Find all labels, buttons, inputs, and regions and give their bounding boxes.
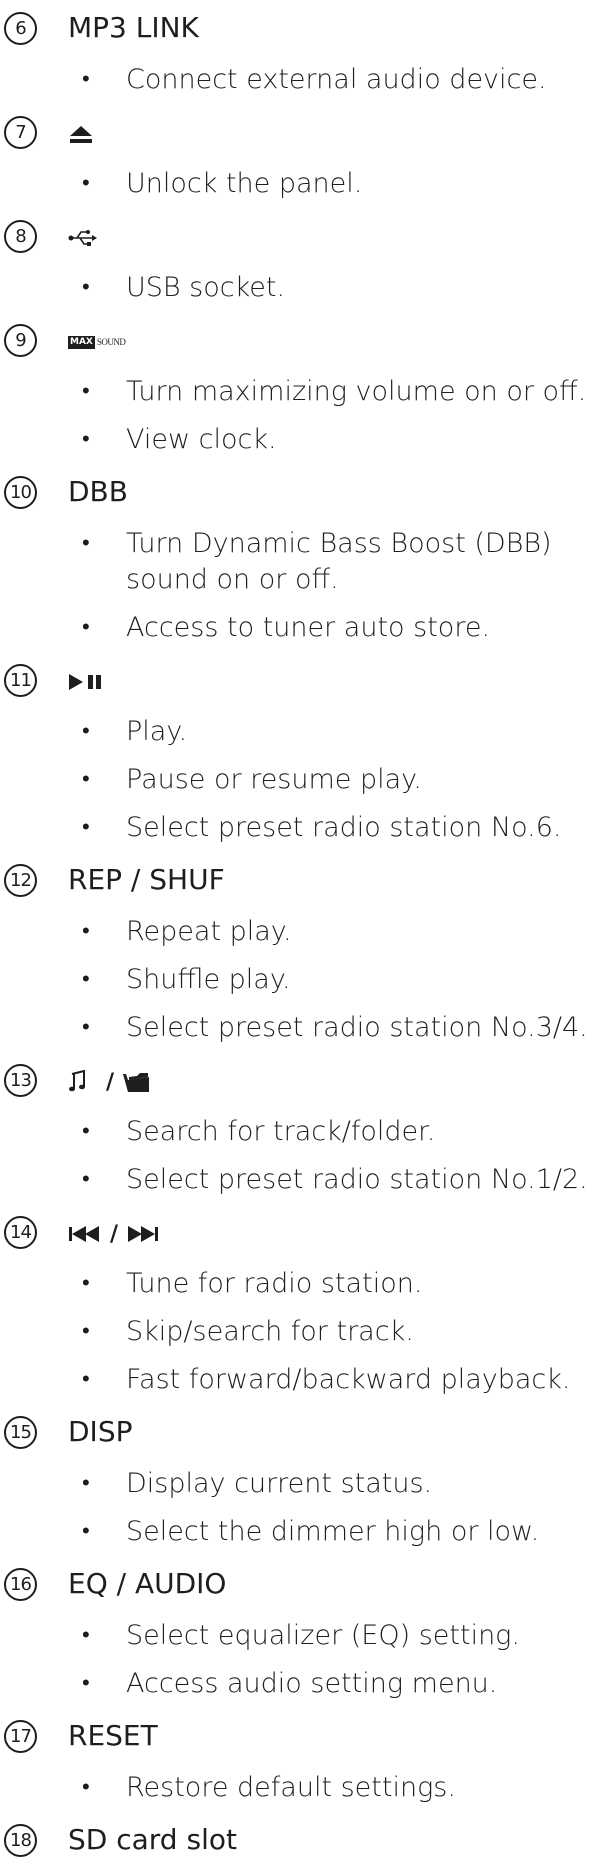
music-note-icon — [69, 1070, 85, 1092]
item-7: 7 • Unlock the panel. — [0, 110, 611, 202]
bullet-item: • Turn Dynamic Bass Boost (DBB) sound on … — [82, 528, 552, 595]
slash-separator: / — [106, 1069, 115, 1095]
item-title: RESET — [68, 1719, 158, 1752]
item-16: 16 EQ / AUDIO • Select equalizer (EQ) set… — [0, 1562, 611, 1702]
bullet-item: • Play. — [82, 716, 188, 747]
bullet-item: • Select preset radio station No.1/2. — [82, 1164, 588, 1195]
bullet-item: • Select preset radio station No.3/4. — [82, 1012, 588, 1043]
bullet-item: • Display current status. — [82, 1468, 433, 1499]
play-pause-icon — [68, 664, 104, 700]
item-title: DBB — [68, 475, 128, 508]
bullet-item: • Fast forward/backward playback. — [82, 1364, 571, 1395]
bullet-item: • Skip/search for track. — [82, 1316, 414, 1347]
item-number-badge: 7 — [4, 116, 37, 149]
bullet-item: • Access to tuner auto store. — [82, 612, 491, 643]
item-number-badge: 8 — [4, 220, 37, 253]
previous-icon — [69, 1226, 99, 1242]
item-number-badge: 9 — [4, 324, 37, 357]
item-number-badge: 11 — [4, 664, 37, 697]
item-title: SD card slot — [68, 1823, 237, 1856]
eject-icon — [68, 116, 94, 152]
item-number-badge: 13 — [4, 1064, 37, 1097]
max-sound-icon: MAX SOUND — [68, 324, 126, 360]
bullet-item: • Turn maximizing volume on or off. — [82, 376, 587, 407]
item-17: 17 RESET • Restore default settings. — [0, 1714, 611, 1806]
item-number-badge: 17 — [4, 1720, 37, 1753]
item-number-badge: 12 — [4, 864, 37, 897]
bullet-item: • Select the dimmer high or low. — [82, 1516, 540, 1547]
item-14: 14 / • Tune for radio station. • Skip/sear… — [0, 1210, 611, 1398]
usb-icon — [68, 220, 98, 256]
bullet-item: • USB socket. — [82, 272, 286, 303]
item-title: DISP — [68, 1415, 133, 1448]
bullet-item: • Access audio setting menu. — [82, 1668, 498, 1699]
folder-icon — [123, 1073, 150, 1092]
max-badge: MAX — [68, 335, 95, 349]
item-18: 18 SD card slot — [0, 1818, 611, 1866]
bullet-item: • Shuffle play. — [82, 964, 291, 995]
item-title: EQ / AUDIO — [68, 1567, 227, 1600]
bullet-item: • Connect external audio device. — [82, 64, 547, 95]
item-number-badge: 6 — [4, 12, 37, 45]
bullet-item: • Pause or resume play. — [82, 764, 422, 795]
item-11: 11 • Play. • Pause or resume play. • Select… — [0, 658, 611, 846]
bullet-item: • Unlock the panel. — [82, 168, 363, 199]
bullet-item: • Select preset radio station No.6. — [82, 812, 562, 843]
item-10: 10 DBB • Turn Dynamic Bass Boost (DBB) so… — [0, 470, 611, 646]
item-8: 8 • USB socket. — [0, 214, 611, 306]
item-15: 15 DISP • Display current status. • Select… — [0, 1410, 611, 1550]
item-9: 9 MAX SOUND • Turn maximizing volume on o… — [0, 318, 611, 458]
slash-separator: / — [110, 1221, 119, 1247]
item-13: 13 / • Search for track/folder. • Select p… — [0, 1058, 611, 1198]
bullet-item: • Search for track/folder. — [82, 1116, 436, 1147]
item-12: 12 REP / SHUF • Repeat play. • Shuffle pla… — [0, 858, 611, 1046]
bullet-item: • Repeat play. — [82, 916, 292, 947]
item-title: REP / SHUF — [68, 863, 225, 896]
sound-label: SOUND — [96, 337, 126, 347]
item-number-badge: 16 — [4, 1568, 37, 1601]
item-title: MP3 LINK — [68, 11, 199, 44]
item-number-badge: 10 — [4, 476, 37, 509]
bullet-item: • Restore default settings. — [82, 1772, 456, 1803]
item-number-badge: 15 — [4, 1416, 37, 1449]
item-6: 6 MP3 LINK • Connect external audio devic… — [0, 6, 611, 98]
item-number-badge: 14 — [4, 1216, 37, 1249]
item-number-badge: 18 — [4, 1824, 37, 1857]
music-note-folder-icon: / — [68, 1064, 150, 1100]
bullet-item: • View clock. — [82, 424, 277, 455]
bullet-item: • Select equalizer (EQ) setting. — [82, 1620, 520, 1651]
next-icon — [128, 1226, 159, 1242]
bullet-item: • Tune for radio station. — [82, 1268, 423, 1299]
document: 6 MP3 LINK • Connect external audio devic… — [0, 6, 611, 1874]
prev-next-icon: / — [68, 1216, 160, 1252]
